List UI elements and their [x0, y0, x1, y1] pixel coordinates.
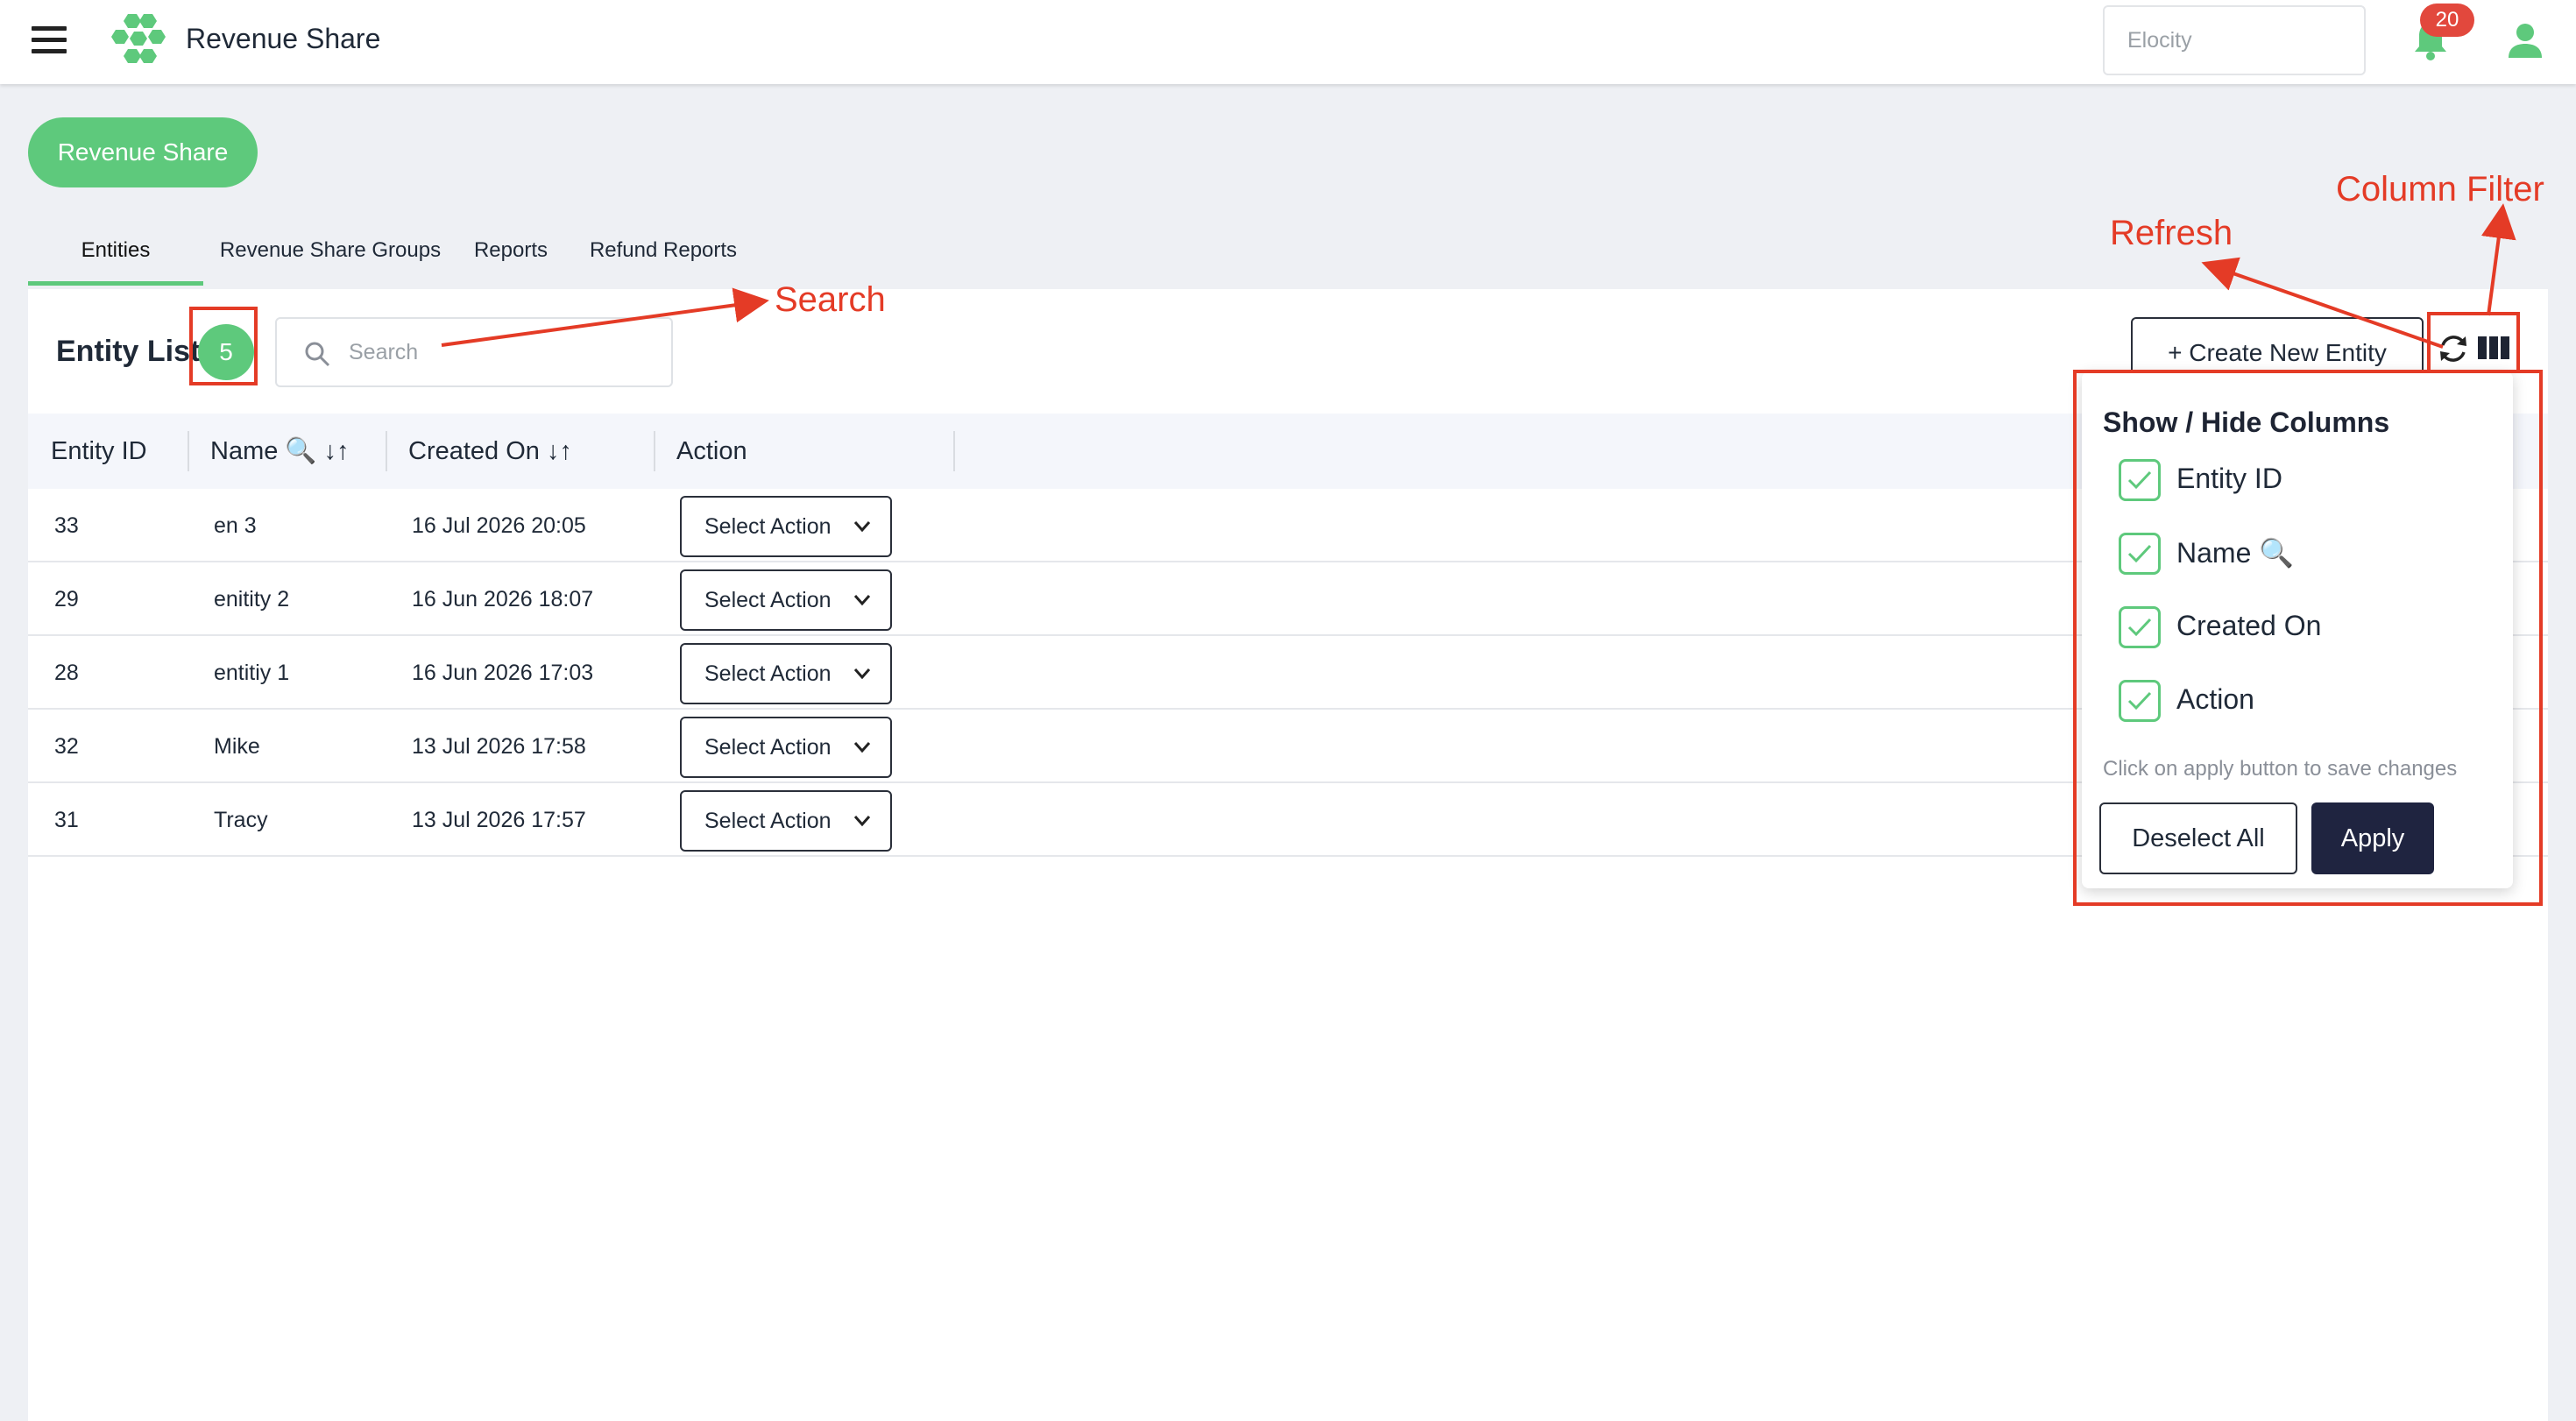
select-action-dropdown[interactable]: Select Action	[680, 569, 892, 631]
cell-entity-id: 33	[54, 513, 79, 538]
user-icon[interactable]	[2506, 21, 2544, 60]
cell-name: enitity 2	[214, 587, 290, 612]
app-logo-icon	[109, 12, 168, 68]
annotation-label-refresh: Refresh	[2110, 214, 2233, 252]
tab-reports[interactable]: Reports	[457, 226, 564, 286]
column-header-action: Action	[676, 437, 747, 465]
cell-created-on: 16 Jun 2026 18:07	[412, 587, 594, 612]
cell-entity-id: 31	[54, 808, 79, 832]
organization-select[interactable]: Elocity	[2103, 5, 2366, 75]
menu-icon[interactable]	[32, 26, 67, 54]
app-title: Revenue Share	[186, 23, 381, 54]
notification-badge: 20	[2420, 4, 2474, 37]
top-bar: Revenue Share Elocity 20	[0, 0, 2576, 84]
search-input[interactable]: Search	[275, 317, 673, 387]
column-divider	[188, 431, 189, 471]
select-action-label: Select Action	[704, 661, 832, 686]
cell-created-on: 16 Jul 2026 20:05	[412, 513, 586, 538]
cell-entity-id: 28	[54, 661, 79, 685]
select-action-label: Select Action	[704, 735, 832, 760]
column-header-name[interactable]: Name 🔍 ↓↑	[210, 414, 350, 489]
entity-list-title: Entity List	[56, 335, 201, 368]
annotation-box-count	[189, 307, 258, 385]
chevron-down-icon	[853, 668, 871, 680]
cell-created-on: 13 Jul 2026 17:58	[412, 734, 586, 759]
annotation-box-icons	[2427, 312, 2520, 370]
cell-name: entitiy 1	[214, 661, 290, 685]
cell-created-on: 13 Jul 2026 17:57	[412, 808, 586, 832]
cell-entity-id: 29	[54, 587, 79, 612]
chevron-down-icon	[853, 521, 871, 533]
select-action-dropdown[interactable]: Select Action	[680, 717, 892, 778]
annotation-label-search: Search	[775, 280, 886, 319]
column-divider	[654, 431, 655, 471]
annotation-label-column-filter: Column Filter	[2336, 170, 2544, 209]
column-header-created-on[interactable]: Created On ↓↑	[408, 414, 572, 489]
cell-entity-id: 32	[54, 734, 79, 759]
annotation-box-popover	[2073, 370, 2543, 906]
cell-name: Tracy	[214, 808, 268, 832]
tab-bar: Entities Revenue Share Groups Reports Re…	[28, 226, 762, 289]
select-action-dropdown[interactable]: Select Action	[680, 496, 892, 557]
select-action-label: Select Action	[704, 588, 832, 612]
chevron-down-icon	[853, 742, 871, 753]
select-action-label: Select Action	[704, 514, 832, 539]
select-action-dropdown[interactable]: Select Action	[680, 643, 892, 704]
tab-refund-reports[interactable]: Refund Reports	[564, 226, 762, 286]
search-icon	[303, 340, 331, 368]
cell-name: Mike	[214, 734, 260, 759]
column-divider	[953, 431, 955, 471]
chevron-down-icon	[853, 595, 871, 606]
page-title-pill[interactable]: Revenue Share	[28, 117, 258, 187]
cell-created-on: 16 Jun 2026 17:03	[412, 661, 594, 685]
cell-name: en 3	[214, 513, 257, 538]
select-action-label: Select Action	[704, 809, 832, 833]
tab-revenue-share-groups[interactable]: Revenue Share Groups	[203, 226, 457, 286]
column-header-entity-id[interactable]: Entity ID	[51, 414, 147, 489]
tab-entities[interactable]: Entities	[28, 226, 203, 286]
column-divider	[386, 431, 387, 471]
select-action-dropdown[interactable]: Select Action	[680, 790, 892, 852]
chevron-down-icon	[853, 816, 871, 827]
search-placeholder: Search	[349, 340, 419, 364]
